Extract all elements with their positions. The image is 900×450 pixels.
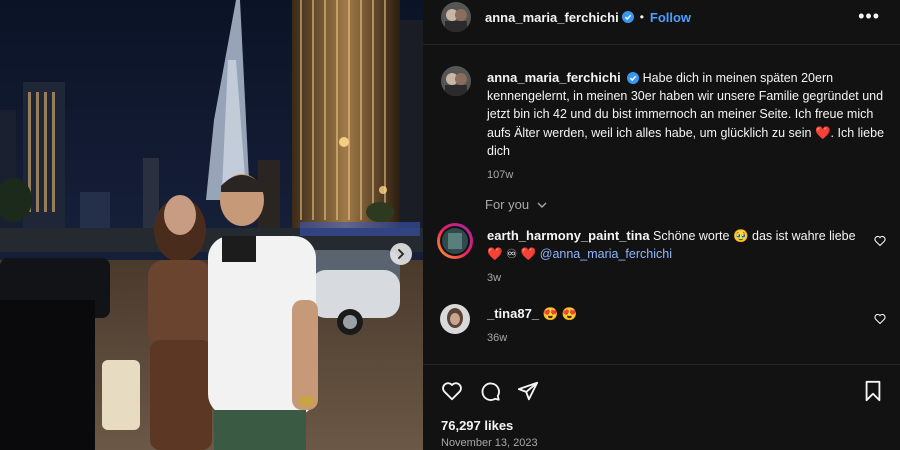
comment-avatar[interactable]: [440, 304, 470, 334]
post-panel: anna_maria_ferchichi • Follow ••• anna_m…: [423, 0, 900, 450]
comment-time: 36w: [487, 332, 508, 344]
verified-icon: [627, 72, 640, 84]
comment-item: earth_harmony_paint_tina Schöne worte 🥹 …: [487, 227, 867, 287]
heart-icon[interactable]: [874, 235, 886, 247]
heart-icon[interactable]: [874, 313, 886, 325]
share-icon[interactable]: [517, 380, 539, 402]
comment-mention[interactable]: @anna_maria_ferchichi: [540, 247, 672, 261]
comment-sort-label: For you: [485, 197, 530, 212]
post-header: anna_maria_ferchichi • Follow •••: [423, 0, 900, 34]
verified-icon: [621, 11, 634, 23]
header-separator: •: [639, 10, 644, 24]
comment-text: Schöne worte: [653, 229, 730, 243]
post-caption: anna_maria_ferchichi Habe dich in meinen…: [487, 69, 887, 184]
actions-divider: [423, 364, 900, 365]
comment-sort-dropdown[interactable]: For you: [485, 197, 547, 212]
next-arrow-icon: [398, 249, 405, 259]
likes-count[interactable]: 76,297 likes: [441, 418, 513, 433]
post-actions: [441, 380, 539, 402]
author-username[interactable]: anna_maria_ferchichi: [485, 10, 619, 25]
caption-avatar[interactable]: [441, 66, 471, 96]
follow-button[interactable]: Follow: [650, 10, 691, 25]
comment-time: 3w: [487, 272, 502, 284]
like-heart-icon[interactable]: [441, 380, 463, 402]
caption-time: 107w: [487, 169, 514, 182]
comment-text-2: das ist wahre liebe: [752, 229, 856, 243]
author-avatar[interactable]: [441, 2, 471, 32]
comment-username[interactable]: _tina87_: [487, 306, 539, 321]
photo-scene: [0, 0, 423, 450]
post-photo[interactable]: [0, 0, 423, 450]
comment-username[interactable]: earth_harmony_paint_tina: [487, 228, 650, 243]
caption-heart-emoji: ❤️: [814, 125, 831, 140]
post-date: November 13, 2023: [441, 437, 538, 449]
save-icon[interactable]: [862, 380, 884, 402]
comment-icon[interactable]: [479, 380, 501, 402]
caption-username[interactable]: anna_maria_ferchichi: [487, 70, 621, 85]
comment-item: _tina87_ 😍 😍 36w: [487, 305, 867, 347]
header-divider: [423, 44, 900, 45]
comment-emoji: 😍 😍: [542, 307, 578, 321]
comment-emoji-2: ❤️ ♾ ❤️: [487, 247, 537, 261]
more-icon[interactable]: •••: [858, 7, 880, 25]
comment-emoji: 🥹: [732, 229, 749, 243]
chevron-down-icon: [537, 202, 547, 208]
next-photo-button[interactable]: [390, 243, 412, 265]
comment-avatar[interactable]: [437, 223, 473, 259]
